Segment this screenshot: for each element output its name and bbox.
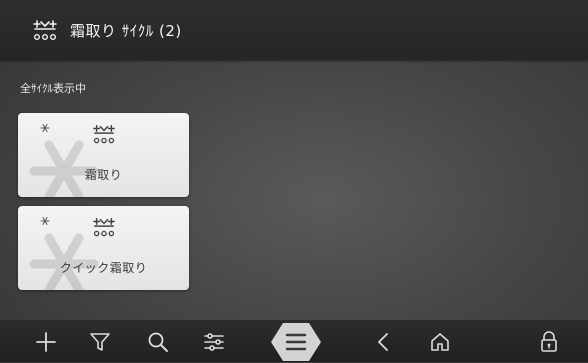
search-icon[interactable] [146, 330, 170, 354]
add-icon[interactable] [34, 330, 58, 354]
page-title: 霜取り ｻｲｸﾙ (2) [70, 22, 182, 40]
defrost-icon [33, 20, 57, 41]
back-icon[interactable] [372, 330, 396, 354]
title-bar: 霜取り ｻｲｸﾙ (2) [0, 0, 588, 60]
lock-icon[interactable] [537, 330, 561, 354]
quick-defrost-card[interactable]: クイック霜取り [18, 206, 189, 290]
menu-button[interactable] [270, 321, 322, 363]
snowflake-small-icon [40, 217, 50, 225]
card-label: クイック霜取り [59, 261, 148, 275]
filter-icon[interactable] [88, 330, 112, 354]
defrost-icon [93, 125, 115, 144]
snowflake-small-icon [40, 124, 50, 132]
card-label: 霜取り [84, 168, 123, 182]
defrost-card[interactable]: 霜取り [18, 113, 189, 197]
status-text: 全ｻｲｸﾙ表示中 [20, 82, 86, 95]
home-icon[interactable] [428, 330, 452, 354]
defrost-icon [93, 218, 115, 237]
sliders-icon[interactable] [202, 330, 226, 354]
